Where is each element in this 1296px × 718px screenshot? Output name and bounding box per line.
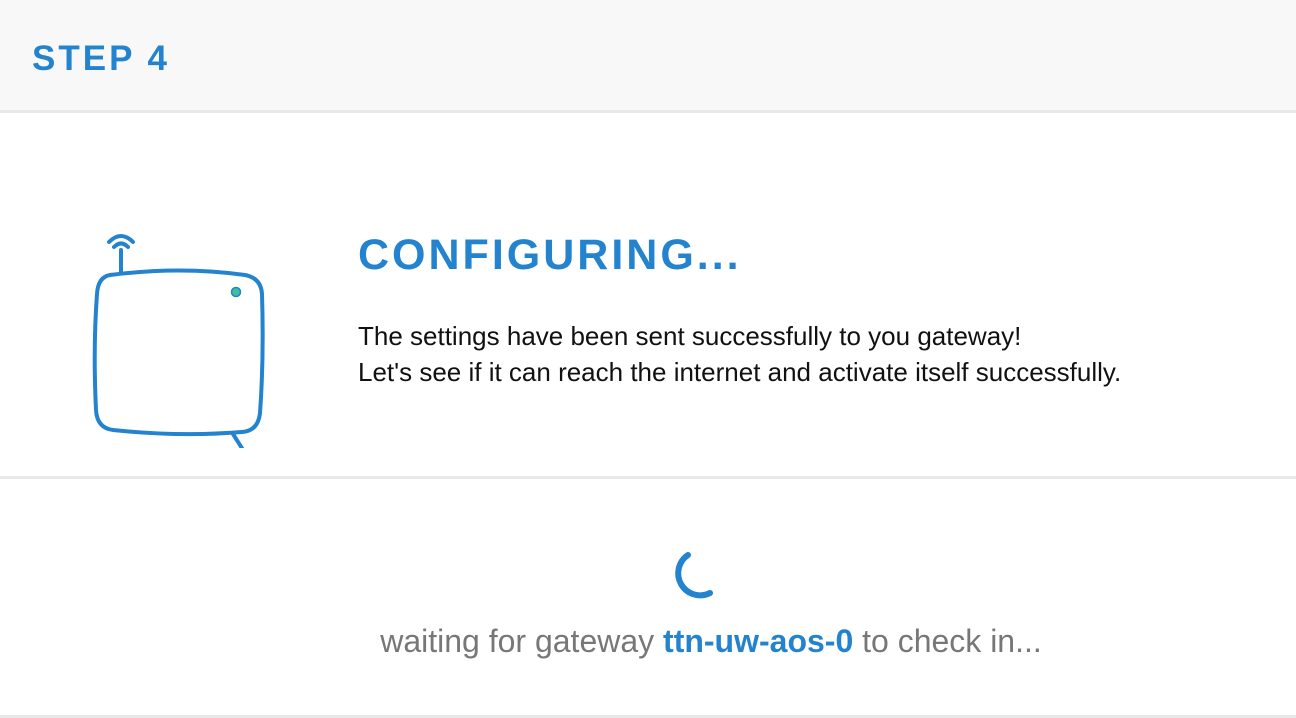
configuring-panel: CONFIGURING... The settings have been se… (0, 113, 1296, 479)
step-title: STEP 4 (32, 39, 170, 78)
waiting-status-text: waiting for gateway ttn-uw-aos-0 to chec… (0, 621, 1296, 661)
waiting-suffix: to check in... (853, 623, 1042, 659)
waiting-prefix: waiting for gateway (380, 623, 664, 659)
loading-spinner-icon (675, 552, 713, 599)
configuring-message-line-2: Let's see if it can reach the internet a… (358, 357, 1122, 387)
configuring-title: CONFIGURING... (358, 231, 742, 279)
configuring-message-line-1: The settings have been sent successfully… (358, 321, 1022, 351)
configuring-message: The settings have been sent successfully… (358, 318, 1121, 390)
waiting-panel: waiting for gateway ttn-uw-aos-0 to chec… (0, 479, 1296, 718)
page-header: STEP 4 (0, 0, 1296, 113)
gateway-id: ttn-uw-aos-0 (663, 623, 854, 659)
gateway-device-icon (92, 234, 265, 448)
